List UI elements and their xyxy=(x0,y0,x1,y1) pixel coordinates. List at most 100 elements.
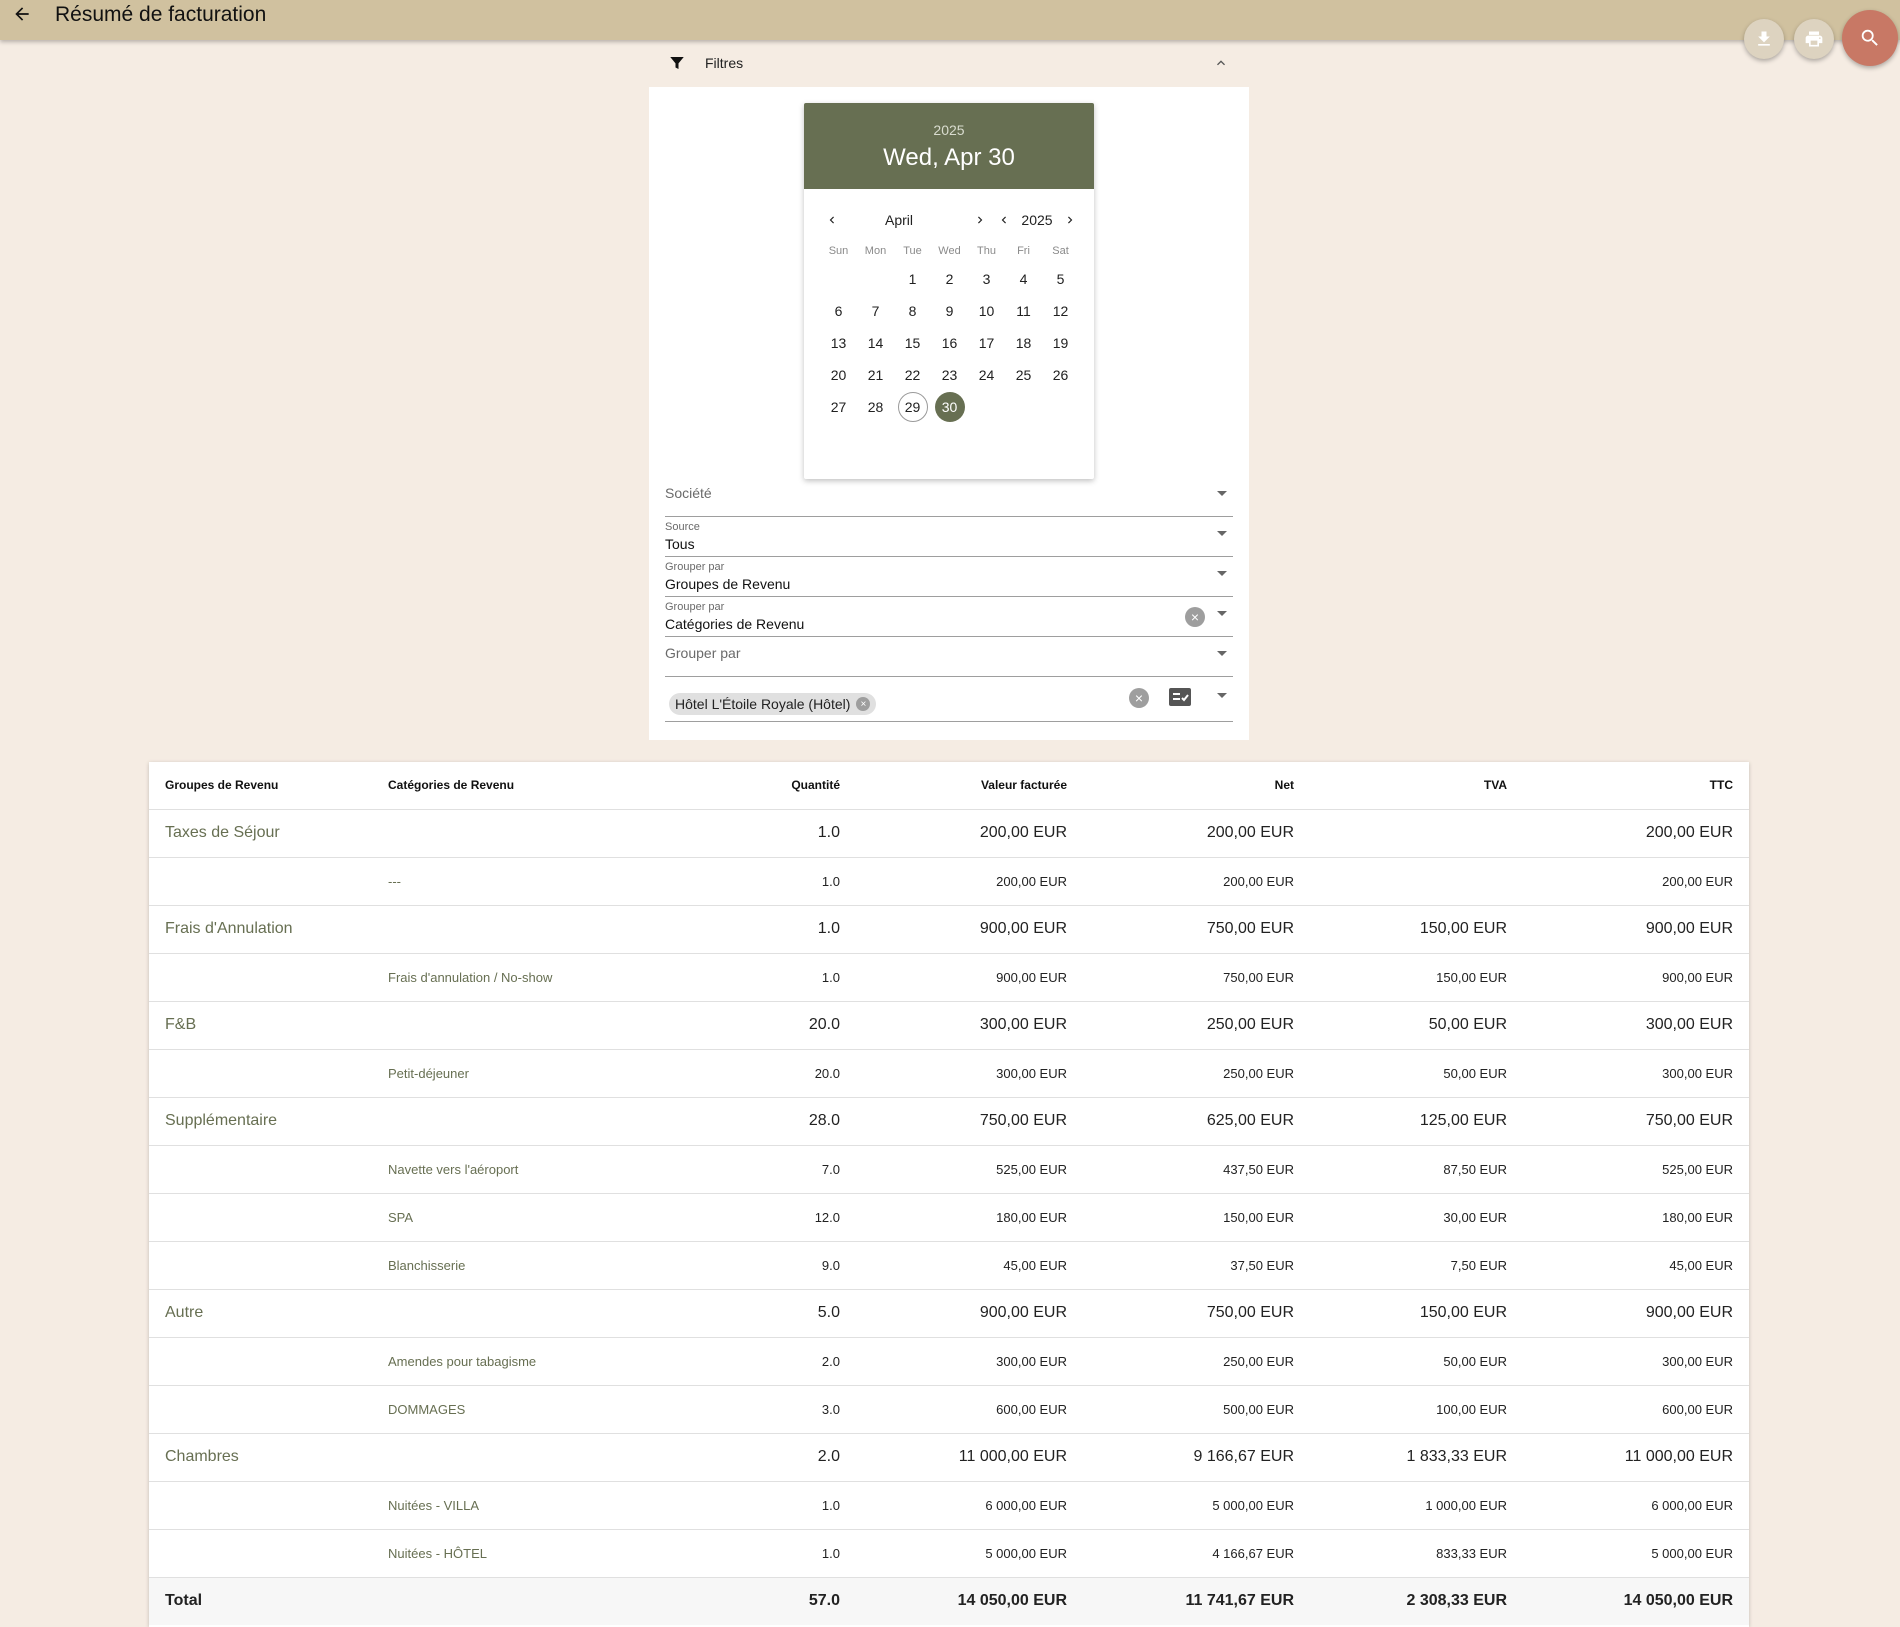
calendar-day[interactable]: 19 xyxy=(1042,327,1079,359)
download-button[interactable] xyxy=(1744,19,1784,59)
search-button[interactable] xyxy=(1842,10,1898,66)
table-cell: DOMMAGES xyxy=(372,1385,739,1434)
calendar-day[interactable]: 26 xyxy=(1042,359,1079,391)
column-header[interactable]: TTC xyxy=(1523,762,1749,810)
group-by-2-value: Catégories de Revenu xyxy=(665,616,805,632)
calendar-day[interactable]: 1 xyxy=(894,263,931,295)
calendar-day[interactable]: 21 xyxy=(857,359,894,391)
table-cell: 900,00 EUR xyxy=(1523,953,1749,1002)
table-cell: Total xyxy=(149,1577,372,1625)
calendar-day[interactable]: 3 xyxy=(968,263,1005,295)
chevron-up-icon[interactable] xyxy=(1211,53,1231,73)
next-year-button[interactable] xyxy=(1058,208,1082,232)
calendar-day-number: 25 xyxy=(1015,367,1032,383)
table-cell xyxy=(149,1337,372,1386)
calendar-day-number: 8 xyxy=(908,303,917,319)
dropdown-arrow-icon xyxy=(1217,693,1227,698)
calendar-day-number: 26 xyxy=(1052,367,1069,383)
clear-icon[interactable]: × xyxy=(1185,607,1205,627)
group-row: Supplémentaire 28.0 750,00 EUR 625,00 EUR 12… xyxy=(149,1097,1749,1146)
weekday-label: Fri xyxy=(1017,245,1030,257)
column-header[interactable]: Valeur facturée xyxy=(856,762,1083,810)
table-cell: 5 000,00 EUR xyxy=(856,1529,1083,1578)
table-cell: Autre xyxy=(149,1289,372,1338)
calendar-day[interactable]: 25 xyxy=(1005,359,1042,391)
print-button[interactable] xyxy=(1794,19,1834,59)
table-cell: 6 000,00 EUR xyxy=(856,1481,1083,1530)
filters-header[interactable]: Filtres xyxy=(649,44,1249,82)
calendar-day[interactable]: 14 xyxy=(857,327,894,359)
group-by-3-select[interactable]: Grouper par xyxy=(665,637,1233,677)
calendar-day[interactable]: 6 xyxy=(820,295,857,327)
calendar-day[interactable]: 20 xyxy=(820,359,857,391)
table-cell xyxy=(372,809,739,858)
calendar-day[interactable]: 23 xyxy=(931,359,968,391)
table-cell: Navette vers l'aéroport xyxy=(372,1145,739,1194)
calendar-day[interactable]: 11 xyxy=(1005,295,1042,327)
column-header[interactable]: Groupes de Revenu xyxy=(149,762,372,810)
table-cell: 14 050,00 EUR xyxy=(1523,1577,1749,1625)
property-select[interactable]: Hôtel L'Étoile Royale (Hôtel) × × xyxy=(665,677,1233,722)
table-cell: --- xyxy=(372,857,739,906)
table-cell: 2.0 xyxy=(739,1337,856,1386)
source-select[interactable]: Source Tous xyxy=(665,517,1233,557)
calendar-day[interactable]: 27 xyxy=(820,391,857,423)
calendar-day[interactable]: 30 xyxy=(931,391,968,423)
calendar-day[interactable]: 18 xyxy=(1005,327,1042,359)
calendar-day[interactable]: 8 xyxy=(894,295,931,327)
table-cell: 1.0 xyxy=(739,1529,856,1578)
table-cell: Amendes pour tabagisme xyxy=(372,1337,739,1386)
date-picker-selected-date: Wed, Apr 30 xyxy=(883,144,1015,171)
prev-year-button[interactable] xyxy=(992,208,1016,232)
column-header[interactable]: Net xyxy=(1083,762,1310,810)
table-cell: 6 000,00 EUR xyxy=(1523,1481,1749,1530)
calendar-day[interactable]: 22 xyxy=(894,359,931,391)
calendar-day[interactable]: 16 xyxy=(931,327,968,359)
calendar-day[interactable]: 12 xyxy=(1042,295,1079,327)
group-by-1-select[interactable]: Grouper par Groupes de Revenu xyxy=(665,557,1233,597)
table-cell: 200,00 EUR xyxy=(856,809,1083,858)
chip-remove-icon[interactable]: × xyxy=(856,697,871,711)
calendar-day[interactable]: 28 xyxy=(857,391,894,423)
calendar-day[interactable]: 2 xyxy=(931,263,968,295)
calendar-day-number: 30 xyxy=(934,392,965,422)
date-picker-year[interactable]: 2025 xyxy=(804,122,1094,138)
table-cell xyxy=(372,1433,739,1482)
download-icon xyxy=(1758,31,1770,46)
calendar-day-number: 1 xyxy=(908,271,917,287)
calendar-day[interactable]: 15 xyxy=(894,327,931,359)
calendar-day[interactable]: 4 xyxy=(1005,263,1042,295)
group-by-3-label: Grouper par xyxy=(665,645,741,661)
calendar-day[interactable]: 17 xyxy=(968,327,1005,359)
group-row: Frais d'Annulation 1.0 900,00 EUR 750,00 EU… xyxy=(149,905,1749,954)
back-button[interactable] xyxy=(0,5,44,35)
prev-month-button[interactable] xyxy=(820,208,844,232)
table-cell xyxy=(372,1577,739,1625)
column-header[interactable]: Quantité xyxy=(739,762,856,810)
calendar-day[interactable]: 10 xyxy=(968,295,1005,327)
societe-select[interactable]: Société xyxy=(665,477,1233,517)
group-by-2-select[interactable]: Grouper par Catégories de Revenu × xyxy=(665,597,1233,637)
table-cell xyxy=(149,1049,372,1098)
calendar-day[interactable]: 9 xyxy=(931,295,968,327)
table-cell: 5.0 xyxy=(739,1289,856,1338)
calendar-day-number: 3 xyxy=(982,271,991,287)
checklist-icon[interactable] xyxy=(1169,688,1191,706)
chevron-left-icon xyxy=(829,216,834,224)
table-cell xyxy=(372,1289,739,1338)
calendar-day[interactable]: 7 xyxy=(857,295,894,327)
next-month-button[interactable] xyxy=(968,208,992,232)
calendar-day[interactable]: 13 xyxy=(820,327,857,359)
table-cell: 1.0 xyxy=(739,905,856,954)
calendar-day-number: 13 xyxy=(830,335,847,351)
table-cell xyxy=(149,953,372,1002)
group-by-2-label: Grouper par xyxy=(665,601,725,613)
calendar-day[interactable]: 5 xyxy=(1042,263,1079,295)
calendar-day[interactable]: 29 xyxy=(894,391,931,423)
column-header[interactable]: Catégories de Revenu xyxy=(372,762,739,810)
filters-panel: 2025 Wed, Apr 30 April 2025 Sun Mon Tue Wed… xyxy=(649,87,1249,740)
clear-icon[interactable]: × xyxy=(1129,688,1149,708)
table-cell: 5 000,00 EUR xyxy=(1083,1481,1310,1530)
column-header[interactable]: TVA xyxy=(1310,762,1523,810)
calendar-day[interactable]: 24 xyxy=(968,359,1005,391)
